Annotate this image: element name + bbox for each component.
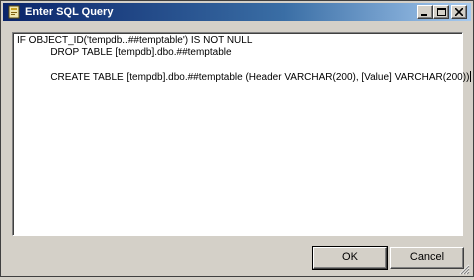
resize-grip-icon[interactable]: [459, 262, 470, 275]
ok-button[interactable]: OK: [312, 246, 388, 270]
title-bar[interactable]: Enter SQL Query: [3, 3, 471, 21]
cancel-button[interactable]: Cancel: [390, 247, 464, 269]
app-icon: [7, 5, 21, 19]
maximize-icon: [437, 8, 446, 16]
close-icon: [455, 8, 463, 16]
code-line-1: IF OBJECT_ID('tempdb..##temptable') IS N…: [17, 35, 253, 46]
text-caret: [470, 71, 472, 82]
code-line-2: DROP TABLE [tempdb].dbo.##temptable: [17, 47, 232, 58]
minimize-button[interactable]: [417, 5, 433, 19]
code-line-4: CREATE TABLE [tempdb].dbo.##temptable (H…: [17, 71, 472, 83]
window-title: Enter SQL Query: [25, 6, 114, 18]
sql-query-textarea[interactable]: IF OBJECT_ID('tempdb..##temptable') IS N…: [12, 32, 472, 236]
query-dialog: Enter SQL Query IF OBJECT_ID('tempdb..##…: [0, 0, 474, 277]
sql-code: IF OBJECT_ID('tempdb..##temptable') IS N…: [17, 35, 472, 83]
minimize-icon: [421, 14, 427, 16]
close-button[interactable]: [451, 5, 467, 19]
maximize-button[interactable]: [433, 5, 449, 19]
code-line-4-text: CREATE TABLE [tempdb].dbo.##temptable (H…: [17, 72, 470, 83]
